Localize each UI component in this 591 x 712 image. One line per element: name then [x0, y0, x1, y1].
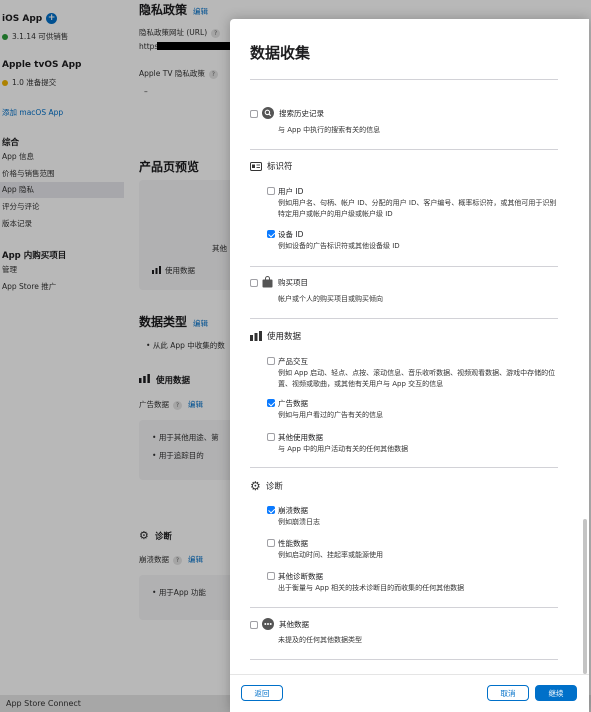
device-id-title: 设备 ID	[278, 230, 304, 239]
device-id-desc: 例如设备的广告标识符或其他设备级 ID	[278, 242, 400, 250]
user-id-desc: 例如用户名、句柄、帐户 ID、分配的用户 ID、客户编号、概率标识符，或其他可用…	[278, 199, 557, 218]
checkbox-product-interaction[interactable]	[267, 357, 275, 365]
search-history-title: 搜索历史记录	[279, 108, 324, 118]
usage-data-heading: 使用数据	[250, 330, 301, 342]
divider	[250, 266, 558, 267]
gear-icon: ⚙	[250, 479, 261, 493]
other-usage-data-title: 其他使用数据	[278, 433, 323, 442]
identifiers-title: 标识符	[267, 162, 293, 172]
purchases-title: 购买项目	[278, 277, 308, 287]
other-data-heading: 其他数据	[262, 618, 309, 630]
modal-scroll-area[interactable]: 搜索历史记录 与 App 中执行的搜索有关的信息 标识符 用户 ID 例如用户名…	[230, 77, 589, 674]
checkbox-user-id[interactable]	[267, 187, 275, 195]
checkbox-device-id[interactable]	[267, 230, 275, 238]
purchases-desc: 帐户或个人的购买项目或购买倾向	[278, 295, 383, 303]
cancel-button[interactable]: 取消	[487, 685, 529, 701]
continue-button[interactable]: 继续	[535, 685, 577, 701]
back-button[interactable]: 返回	[241, 685, 283, 701]
more-icon	[262, 618, 274, 630]
performance-data-title: 性能数据	[278, 539, 308, 548]
checkbox-purchases[interactable]	[250, 279, 258, 287]
bar-chart-icon	[250, 331, 262, 341]
divider	[250, 79, 558, 80]
divider	[250, 318, 558, 319]
other-diagnostic-data-desc: 出于衡量与 App 相关的技术诊断目的而收集的任何其他数据	[278, 584, 465, 592]
search-history-desc: 与 App 中执行的搜索有关的信息	[278, 126, 381, 134]
crash-data-desc: 例如崩溃日志	[278, 518, 320, 526]
performance-data-desc: 例如启动时间、挂起率或能源使用	[278, 551, 383, 559]
other-data-title: 其他数据	[279, 619, 309, 629]
usage-data-title: 使用数据	[267, 332, 302, 342]
product-interaction-desc: 例如 App 启动、轻点、点按、滚动信息、音乐收听数据、视频观看数据、游戏中存储…	[278, 369, 556, 388]
divider	[250, 607, 558, 608]
other-usage-data-desc: 与 App 中的用户活动有关的任何其他数据	[278, 445, 409, 453]
checkbox-other-data[interactable]	[250, 621, 258, 629]
other-data-desc: 未提及的任何其他数据类型	[278, 636, 362, 644]
checkbox-other-diagnostic-data[interactable]	[267, 572, 275, 580]
divider	[250, 659, 558, 660]
shopping-bag-icon	[262, 276, 273, 288]
advertising-data-title: 广告数据	[278, 399, 308, 408]
user-id-title: 用户 ID	[278, 187, 304, 196]
identifiers-heading: 标识符	[250, 160, 293, 172]
checkbox-other-usage-data[interactable]	[267, 433, 275, 441]
id-card-icon	[250, 161, 262, 171]
diagnostics-title: 诊断	[265, 482, 283, 492]
crash-data-title: 崩溃数据	[278, 506, 308, 515]
checkbox-advertising-data[interactable]	[267, 399, 275, 407]
checkbox-performance-data[interactable]	[267, 539, 275, 547]
diagnostics-heading: ⚙ 诊断	[250, 479, 283, 493]
purchases-heading: 购买项目	[262, 276, 308, 288]
modal-footer: 返回 取消 继续	[230, 674, 589, 712]
data-collection-modal: 数据收集 搜索历史记录 与 App 中执行的搜索有关的信息 标识符 用户 ID …	[230, 19, 589, 712]
other-diagnostic-data-title: 其他诊断数据	[278, 572, 323, 581]
checkbox-search-history[interactable]	[250, 110, 258, 118]
scrollbar-thumb[interactable]	[583, 519, 587, 674]
divider	[250, 467, 558, 468]
product-interaction-title: 产品交互	[278, 357, 308, 366]
search-icon	[262, 107, 274, 119]
modal-title: 数据收集	[250, 44, 311, 62]
divider	[250, 149, 558, 150]
search-history-heading: 搜索历史记录	[262, 107, 324, 119]
advertising-data-desc: 例如与用户看过的广告有关的信息	[278, 411, 383, 419]
checkbox-crash-data[interactable]	[267, 506, 275, 514]
